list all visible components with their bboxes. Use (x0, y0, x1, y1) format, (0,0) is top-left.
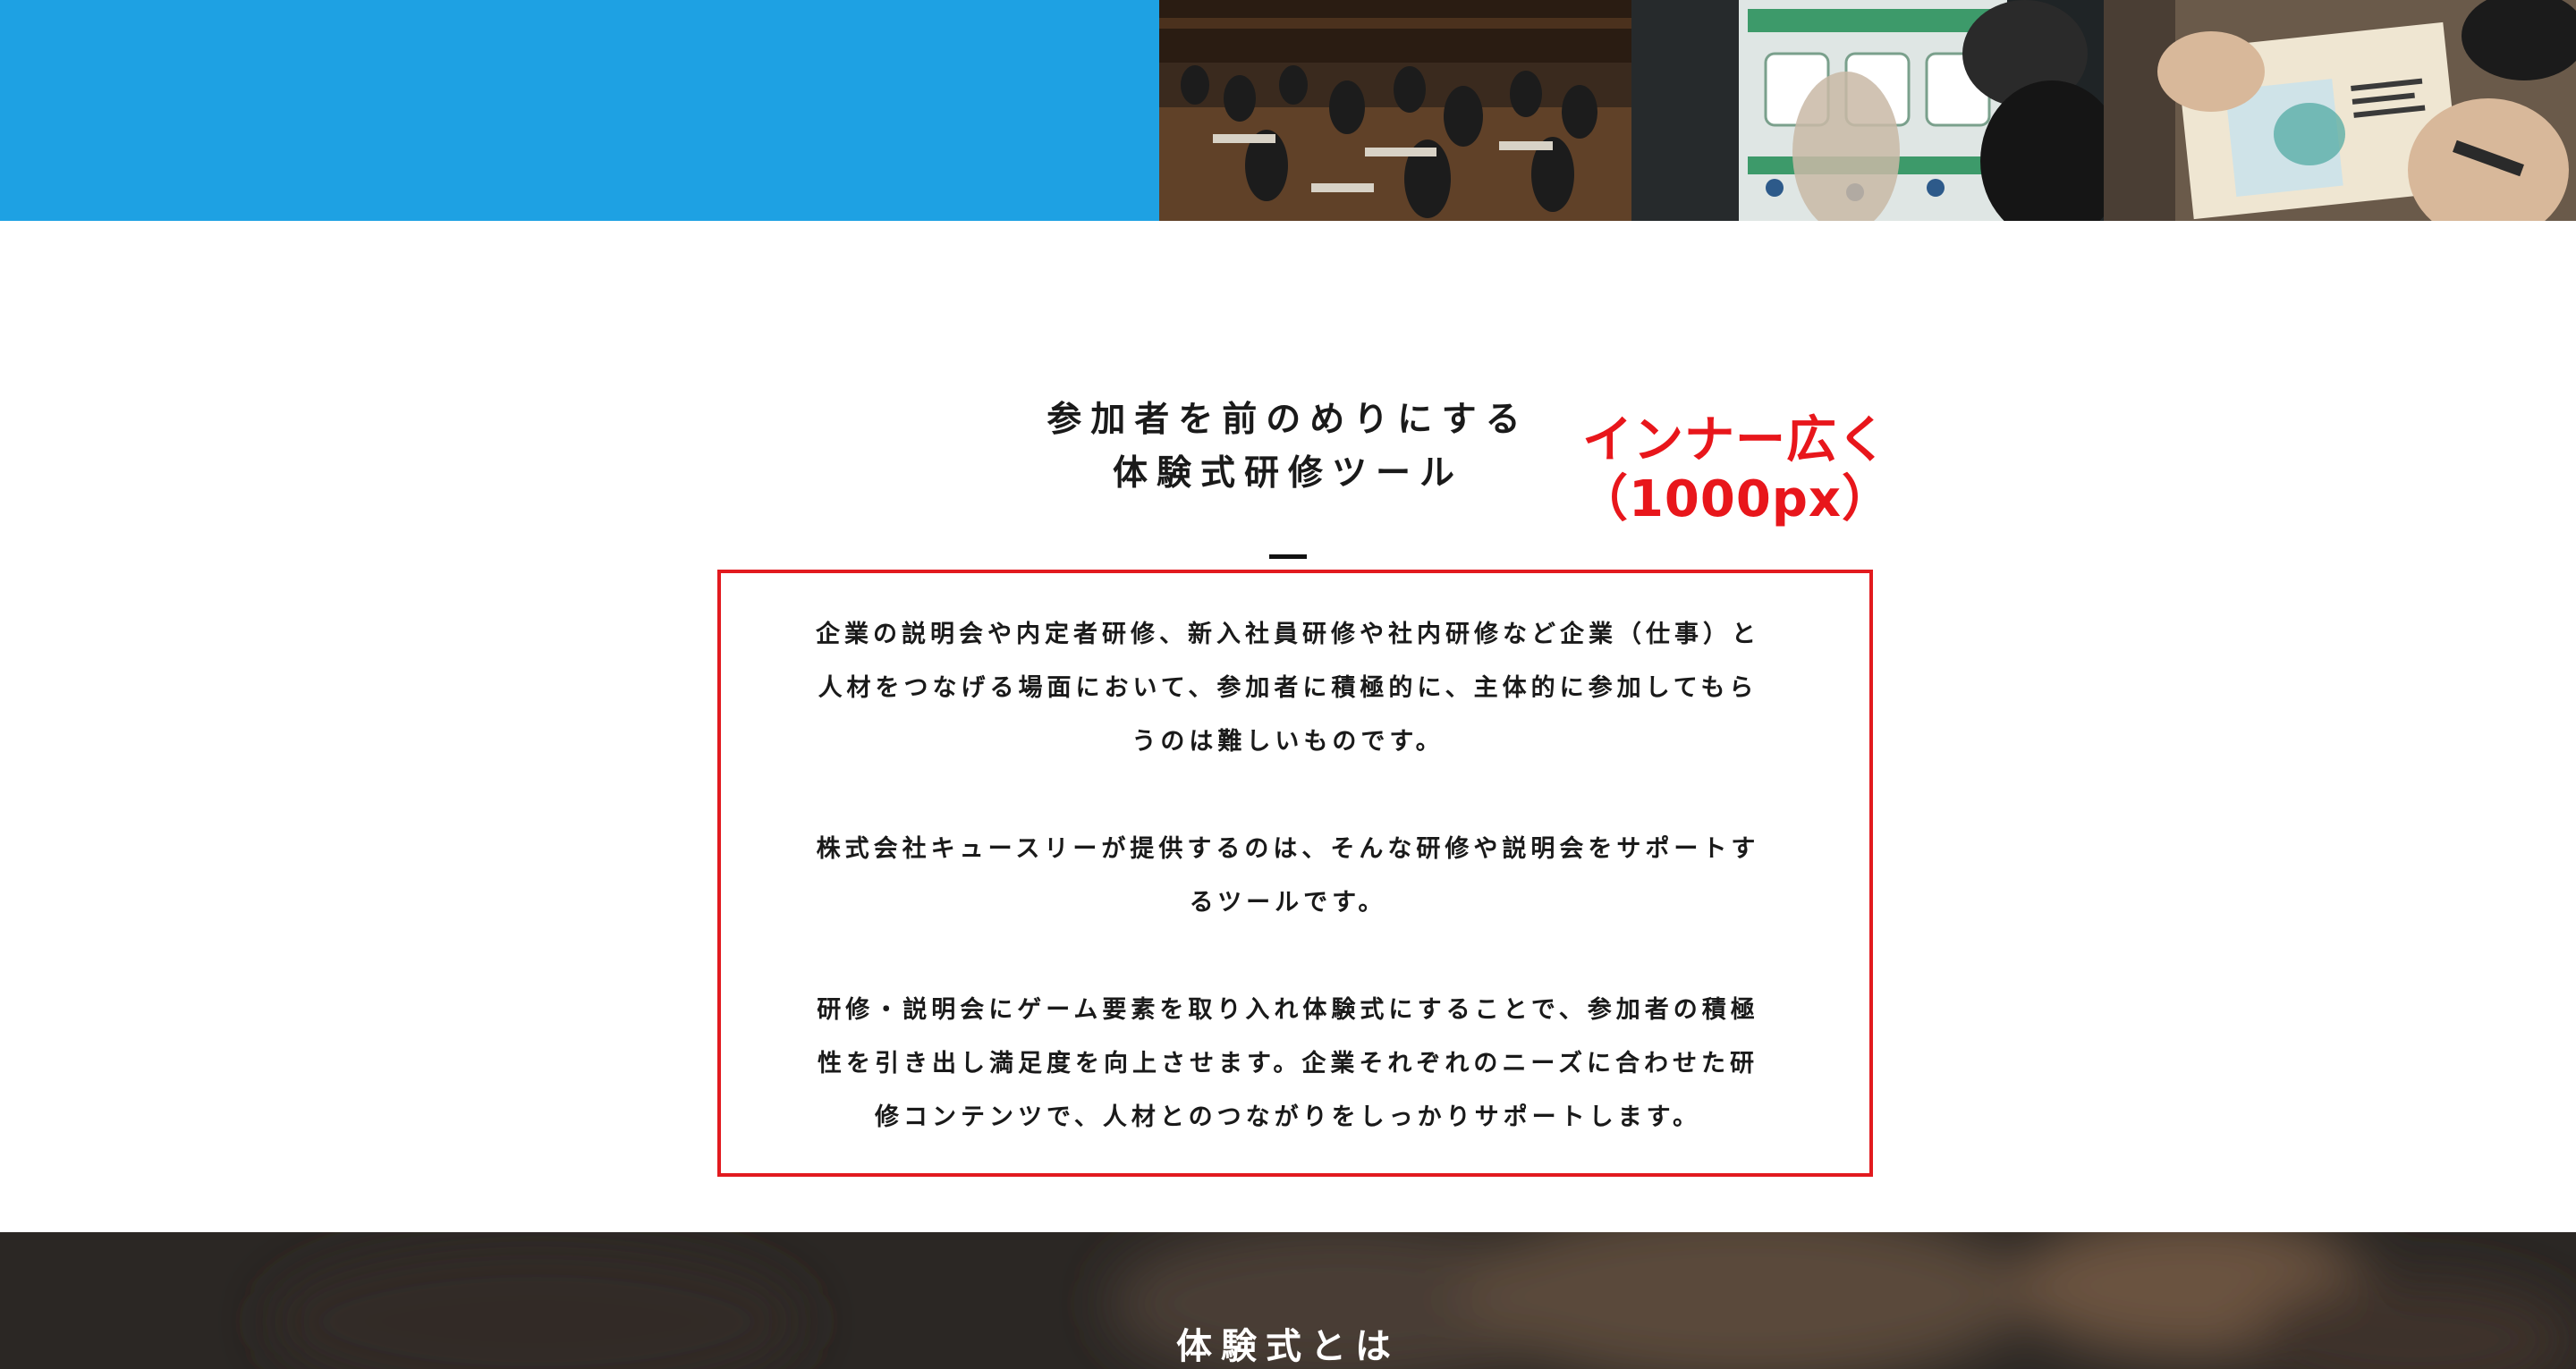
page: 参加者を前のめりにする 体験式研修ツール インナー広く （1000px） 企業の… (0, 0, 2576, 1369)
intro-paragraph: 研修・説明会にゲーム要素を取り入れ体験式にすることで、参加者の積極 性を引き出し… (769, 984, 1807, 1145)
text-line: 修コンテンツで、人材とのつながりをしっかりサポートします。 (875, 1103, 1701, 1131)
section-title: 参加者を前のめりにする 体験式研修ツール (930, 393, 1646, 501)
hero-banner (0, 0, 2576, 221)
section-title-line: 体験式研修ツール (1112, 453, 1463, 494)
intro-body-text: 企業の説明会や内定者研修、新入社員研修や社内研修など企業（仕事）と 人材をつなげ… (769, 608, 1807, 1145)
text-line: うのは難しいものです。 (1131, 728, 1445, 756)
next-section-heading: 体験式とは (1176, 1326, 1400, 1367)
card-reading-photo (2104, 0, 2576, 221)
next-section-banner: 体験式とは (0, 1232, 2576, 1369)
section-title-line: 参加者を前のめりにする (1046, 400, 1530, 440)
hero-color-block (0, 0, 1159, 221)
annotation-note: インナー広く （1000px） (1574, 411, 1896, 529)
annotation-line: インナー広く (1582, 411, 1888, 469)
text-line: 性を引き出し満足度を向上させます。企業それぞれのニーズに合わせた研 (818, 1050, 1758, 1077)
annotation-line: （1000px） (1577, 470, 1894, 528)
intro-paragraph: 株式会社キュースリーが提供するのは、そんな研修や説明会をサポートす るツールです… (769, 823, 1807, 930)
intro-paragraph: 企業の説明会や内定者研修、新入社員研修や社内研修など企業（仕事）と 人材をつなげ… (769, 608, 1807, 769)
board-game-photo (1631, 0, 2104, 221)
text-line: 株式会社キュースリーが提供するのは、そんな研修や説明会をサポートす (816, 835, 1760, 863)
text-line: 研修・説明会にゲーム要素を取り入れ体験式にすることで、参加者の積極 (817, 996, 1759, 1024)
text-line: 人材をつなげる場面において、参加者に積極的に、主体的に参加してもら (818, 674, 1758, 702)
text-line: 企業の説明会や内定者研修、新入社員研修や社内研修など企業（仕事）と (816, 621, 1760, 648)
seminar-room-photo (1159, 0, 1631, 221)
title-underline (1269, 554, 1307, 559)
text-line: るツールです。 (1189, 889, 1387, 917)
